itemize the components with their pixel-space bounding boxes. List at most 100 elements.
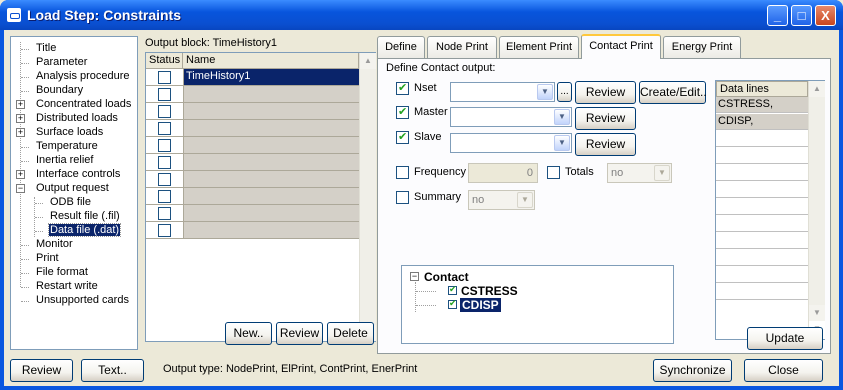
new-block-button[interactable]: New.. (225, 322, 272, 345)
row-name[interactable] (183, 103, 359, 119)
chevron-down-icon[interactable]: ▼ (537, 84, 553, 100)
grid-scrollbar[interactable]: ▲ ▼ (359, 53, 376, 341)
tree-item-parameter[interactable]: Parameter (35, 56, 88, 69)
status-checkbox[interactable] (158, 190, 171, 203)
row-name[interactable] (183, 188, 359, 204)
frequency-checkbox[interactable] (396, 166, 409, 179)
table-row[interactable] (146, 137, 359, 154)
data-lines-scrollbar[interactable]: ▲ ▼ (808, 81, 825, 339)
nset-checkbox[interactable] (396, 81, 409, 95)
data-line[interactable] (716, 284, 808, 300)
nset-review-button[interactable]: Review (575, 81, 636, 104)
data-line[interactable] (716, 216, 808, 232)
row-name[interactable] (183, 86, 359, 102)
data-line[interactable] (716, 267, 808, 283)
tab-energy-print[interactable]: Energy Print (663, 36, 741, 58)
tree-item-inertia-relief[interactable]: Inertia relief (35, 154, 94, 167)
slave-combo[interactable]: ▼ (450, 133, 572, 153)
status-checkbox[interactable] (158, 139, 171, 152)
slave-checkbox[interactable] (396, 130, 409, 144)
collapse-icon[interactable]: − (410, 272, 419, 281)
status-checkbox[interactable] (158, 207, 171, 220)
close-window-button[interactable]: X (815, 5, 836, 26)
table-row[interactable]: TimeHistory1 (146, 69, 359, 86)
row-name[interactable] (183, 137, 359, 153)
summary-checkbox[interactable] (396, 191, 409, 204)
status-checkbox[interactable] (158, 224, 171, 237)
tree-item-odb-file[interactable]: ODB file (49, 196, 92, 209)
close-button[interactable]: Close (744, 359, 823, 382)
status-checkbox[interactable] (158, 88, 171, 101)
row-name[interactable] (183, 154, 359, 170)
tab-node-print[interactable]: Node Print (427, 36, 497, 58)
table-row[interactable] (146, 171, 359, 188)
chevron-down-icon[interactable]: ▼ (654, 165, 670, 181)
tree-item-restart-write[interactable]: Restart write (35, 280, 99, 293)
data-line[interactable] (716, 250, 808, 266)
table-row[interactable] (146, 188, 359, 205)
data-line[interactable] (716, 233, 808, 249)
data-line[interactable]: CSTRESS, (716, 97, 808, 113)
table-row[interactable] (146, 86, 359, 103)
expand-icon[interactable]: + (16, 128, 25, 137)
table-row[interactable] (146, 120, 359, 137)
tree-item-file-format[interactable]: File format (35, 266, 89, 279)
delete-block-button[interactable]: Delete (327, 322, 374, 345)
data-line[interactable] (716, 131, 808, 147)
totals-select[interactable]: no ▼ (607, 163, 672, 183)
expand-icon[interactable]: + (16, 100, 25, 109)
tree-item-temperature[interactable]: Temperature (35, 140, 99, 153)
contact-root-label[interactable]: Contact (424, 270, 469, 284)
tree-item-analysis-procedure[interactable]: Analysis procedure (35, 70, 131, 83)
expand-icon[interactable]: + (16, 114, 25, 123)
table-row[interactable] (146, 205, 359, 222)
tree-item-data-file[interactable]: Data file (.dat) (47, 223, 122, 237)
column-header-status[interactable]: Status (146, 53, 183, 69)
tree-item-title[interactable]: Title (35, 42, 57, 55)
scroll-up-icon[interactable]: ▲ (809, 81, 825, 97)
table-row[interactable] (146, 103, 359, 120)
summary-select[interactable]: no ▼ (468, 190, 535, 210)
maximize-button[interactable]: □ (791, 5, 812, 26)
slave-review-button[interactable]: Review (575, 133, 636, 156)
cdisp-label[interactable]: CDISP (460, 298, 501, 312)
data-line[interactable]: CDISP, (716, 114, 808, 130)
data-line[interactable] (716, 165, 808, 181)
cstress-label[interactable]: CSTRESS (461, 284, 518, 298)
review-button[interactable]: Review (10, 359, 73, 382)
review-block-button[interactable]: Review (276, 322, 323, 345)
text-button[interactable]: Text.. (81, 359, 144, 382)
nset-combo[interactable]: ▼ (450, 82, 555, 102)
chevron-down-icon[interactable]: ▼ (517, 192, 533, 208)
collapse-icon[interactable]: − (16, 184, 25, 193)
cstress-checkbox[interactable] (448, 284, 457, 295)
tree-item-concentrated-loads[interactable]: Concentrated loads (35, 98, 132, 111)
title-bar[interactable]: Load Step: Constraints _ □ X (0, 0, 843, 30)
data-line[interactable] (716, 148, 808, 164)
tree-item-boundary[interactable]: Boundary (35, 84, 84, 97)
scroll-up-icon[interactable]: ▲ (360, 53, 376, 69)
tree-item-print[interactable]: Print (35, 252, 60, 265)
frequency-input[interactable]: 0 (468, 163, 538, 183)
expand-icon[interactable]: + (16, 170, 25, 179)
tree-item-output-request[interactable]: Output request (35, 182, 110, 195)
tree-item-monitor[interactable]: Monitor (35, 238, 74, 251)
data-line[interactable] (716, 199, 808, 215)
tree-item-surface-loads[interactable]: Surface loads (35, 126, 104, 139)
tab-define[interactable]: Define (377, 36, 425, 58)
synchronize-button[interactable]: Synchronize (653, 359, 732, 382)
chevron-down-icon[interactable]: ▼ (554, 135, 570, 151)
nset-browse-button[interactable]: ... (557, 82, 572, 102)
master-checkbox[interactable] (396, 105, 409, 119)
data-line[interactable] (716, 182, 808, 198)
status-checkbox[interactable] (158, 173, 171, 186)
cdisp-checkbox[interactable] (448, 298, 457, 309)
status-checkbox[interactable] (158, 156, 171, 169)
row-name[interactable]: TimeHistory1 (183, 69, 359, 85)
scroll-down-icon[interactable]: ▼ (809, 305, 825, 321)
tree-item-result-file[interactable]: Result file (.fil) (49, 210, 121, 223)
row-name[interactable] (183, 205, 359, 221)
chevron-down-icon[interactable]: ▼ (554, 109, 570, 125)
totals-checkbox[interactable] (547, 166, 560, 179)
table-row[interactable] (146, 154, 359, 171)
